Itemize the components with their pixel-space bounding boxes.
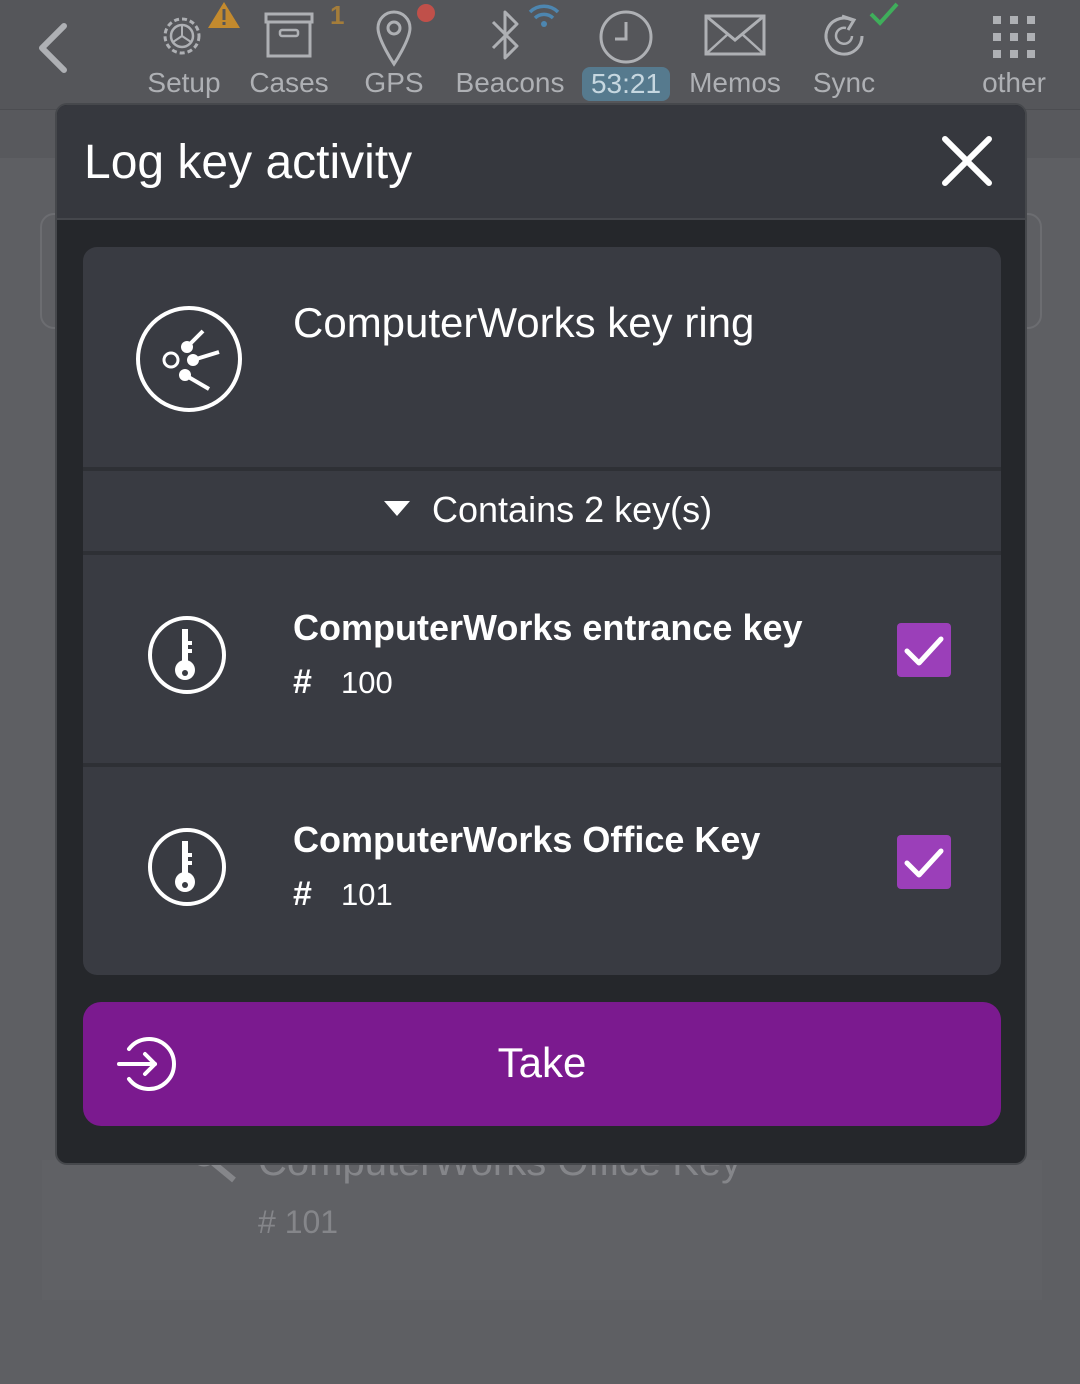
check-ok-icon xyxy=(869,2,899,26)
dialog-header: Log key activity xyxy=(57,105,1025,220)
divider xyxy=(83,763,1001,767)
key-ring-card: ComputerWorks key ring Contains 2 key(s)… xyxy=(83,247,1001,975)
nav-setup[interactable]: Setup xyxy=(140,0,240,108)
key-title: ComputerWorks entrance key xyxy=(293,607,803,648)
top-nav-bar: Setup 1 Cases GPS Beacons 53:21 Memos Sy… xyxy=(0,0,1080,110)
key-list-item[interactable]: ComputerWorks Office Key # 101 xyxy=(83,769,1001,975)
key-ring-icon xyxy=(136,306,242,412)
contains-keys-toggle[interactable]: Contains 2 key(s) xyxy=(83,471,1001,551)
dialog-title: Log key activity xyxy=(84,136,413,189)
close-button[interactable] xyxy=(937,131,997,191)
take-button-label: Take xyxy=(497,1039,587,1086)
log-key-activity-dialog: Log key activity ComputerWorks key ring xyxy=(55,103,1027,1165)
key-select-checkbox[interactable] xyxy=(897,835,951,889)
caret-down-icon xyxy=(384,501,410,516)
timer-display[interactable]: 53:21 xyxy=(582,67,670,101)
bluetooth-icon xyxy=(491,10,519,60)
sync-icon xyxy=(824,14,864,56)
chevron-left-icon xyxy=(39,23,67,73)
contains-keys-label: Contains 2 key(s) xyxy=(432,489,713,530)
key-title: ComputerWorks Office Key xyxy=(293,819,761,860)
nav-other-label: other xyxy=(982,67,1046,98)
back-button[interactable] xyxy=(28,18,78,78)
wifi-icon xyxy=(528,4,560,27)
nav-memos[interactable]: Memos xyxy=(686,0,784,108)
key-tag-icon xyxy=(148,828,226,906)
cases-badge: 1 xyxy=(330,0,345,30)
envelope-icon xyxy=(704,14,766,56)
nav-setup-label: Setup xyxy=(147,67,221,98)
key-number: 100 xyxy=(341,665,393,700)
nav-cases[interactable]: 1 Cases xyxy=(246,0,344,108)
nav-other[interactable]: other xyxy=(970,0,1058,108)
key-tag-icon xyxy=(148,616,226,694)
checkmark-icon xyxy=(904,848,944,878)
nav-cases-label: Cases xyxy=(249,67,329,98)
nav-beacons[interactable]: Beacons xyxy=(452,0,568,108)
alert-dot-icon xyxy=(417,4,435,22)
grid-dots-icon xyxy=(993,16,1035,58)
map-pin-icon xyxy=(376,10,412,67)
background-key-number: # 101 xyxy=(258,1204,339,1240)
key-ring-title: ComputerWorks key ring xyxy=(293,299,755,346)
key-number: 101 xyxy=(341,877,393,912)
close-icon xyxy=(942,136,992,186)
nav-beacons-label: Beacons xyxy=(455,67,565,98)
nav-sync-label: Sync xyxy=(812,67,876,98)
divider xyxy=(83,551,1001,555)
nav-sync[interactable]: Sync xyxy=(806,0,899,108)
key-number-hash: # xyxy=(293,875,312,913)
archive-box-icon xyxy=(264,12,314,58)
clock-icon xyxy=(599,10,653,64)
key-list-item[interactable]: ComputerWorks entrance key # 100 xyxy=(83,557,1001,763)
key-number-hash: # xyxy=(293,663,312,701)
nav-gps-label: GPS xyxy=(364,67,424,98)
warning-icon xyxy=(208,2,240,28)
take-button[interactable]: Take xyxy=(83,1002,1001,1126)
gear-icon xyxy=(163,17,201,55)
nav-gps[interactable]: GPS xyxy=(358,0,435,108)
checkmark-icon xyxy=(904,636,944,666)
nav-memos-label: Memos xyxy=(689,67,781,98)
key-select-checkbox[interactable] xyxy=(897,623,951,677)
key-ring-header: ComputerWorks key ring xyxy=(83,247,1001,469)
